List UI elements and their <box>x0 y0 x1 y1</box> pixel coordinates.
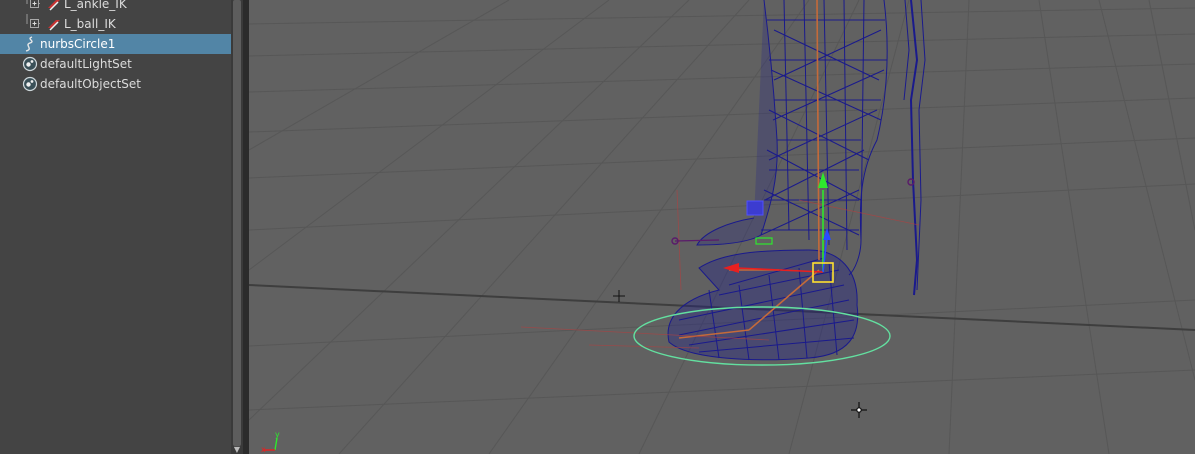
ik-handle-icon <box>48 0 60 11</box>
viewport-scene: y x <box>249 0 1195 454</box>
outliner-item-l-ankle-ik[interactable]: L_ankle_IK <box>0 0 231 14</box>
outliner-item-l-ball-ik[interactable]: L_ball_IK <box>0 14 231 34</box>
move-cursor-icon <box>851 402 867 418</box>
nurbs-curve-icon <box>25 36 33 52</box>
viewport-3d[interactable]: y x <box>249 0 1195 454</box>
ik-handle-icon <box>48 20 60 31</box>
outliner-item-label: defaultObjectSet <box>40 77 142 91</box>
axis-y-label: y <box>275 430 280 439</box>
outliner-item-label: nurbsCircle1 <box>40 37 116 51</box>
crosshair-cursor-icon <box>613 290 625 302</box>
tree-branch-icon[interactable] <box>26 14 40 34</box>
axis-x-label: x <box>261 445 266 454</box>
outliner-scrollbar-thumb[interactable] <box>233 0 241 446</box>
outliner-item-defaultlightset[interactable]: defaultLightSet <box>0 54 231 74</box>
outliner-panel: L_ankle_IK L_ball_IK nurbsCircle1 defaul… <box>0 0 231 454</box>
axis-indicator: y x <box>261 430 280 454</box>
outliner-item-label: defaultLightSet <box>40 57 132 71</box>
scroll-down-arrow-icon[interactable]: ▼ <box>232 446 242 454</box>
tree-branch-icon[interactable] <box>26 0 40 14</box>
set-icon <box>22 56 38 72</box>
outliner-item-defaultobjectset[interactable]: defaultObjectSet <box>0 74 231 94</box>
outliner-item-label: L_ankle_IK <box>64 0 127 11</box>
outliner-item-label: L_ball_IK <box>64 17 116 31</box>
leg-wireframe-mesh <box>667 0 926 361</box>
outliner-item-nurbscircle1[interactable]: nurbsCircle1 <box>0 34 231 54</box>
set-icon <box>22 76 38 92</box>
